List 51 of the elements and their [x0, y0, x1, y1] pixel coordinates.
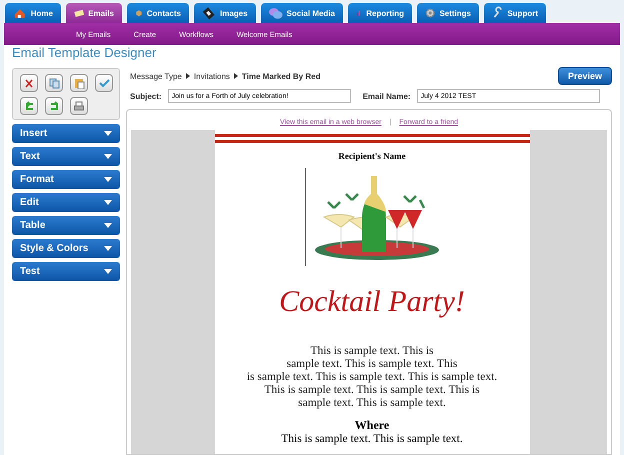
nav-tab[interactable]: Home: [5, 3, 61, 23]
house-icon: [13, 6, 27, 20]
nav-tab[interactable]: Emails: [66, 3, 122, 23]
paste-button[interactable]: [70, 74, 88, 92]
subject-label: Subject:: [130, 92, 162, 100]
menu-dropdown-button[interactable]: Format: [12, 170, 120, 189]
page-title: Email Template Designer: [12, 45, 158, 61]
nav-tab[interactable]: Contacts: [127, 3, 189, 23]
where-heading: Where: [354, 418, 390, 433]
menu-dropdown-button[interactable]: Insert: [12, 124, 120, 143]
menu-dropdown-button[interactable]: Table: [12, 216, 120, 235]
caret-icon: [104, 223, 112, 228]
menu-dropdown-button[interactable]: Test: [12, 262, 120, 281]
breadcrumb-arrow-icon: [234, 73, 238, 79]
where-text: This is sample text. This is sample text.: [281, 433, 463, 445]
undo-icon: [23, 100, 35, 112]
caret-icon: [104, 200, 112, 205]
preview-button[interactable]: Preview: [558, 67, 612, 85]
bubbles-icon: [269, 6, 283, 20]
nav-tab[interactable]: Social Media: [261, 3, 343, 23]
caret-icon: [104, 177, 112, 182]
breadcrumb-arrow-icon: [186, 73, 190, 79]
menu-dropdown-button[interactable]: Style & Colors: [12, 239, 120, 258]
printer-icon: [73, 100, 85, 112]
checkmark-icon: [98, 77, 110, 89]
sample-paragraph: This is sample text. This is sample text. This is sample text. This is sample text. This is sample text. This is sample text. This is sample text. This is sample text. This is sample text. This is sample text.: [246, 345, 498, 410]
caret-icon: [104, 154, 112, 159]
checkmark-button[interactable]: [95, 74, 113, 92]
caret-icon: [104, 246, 112, 251]
copy-icon: [48, 77, 60, 89]
nav-tab[interactable]: Settings: [417, 3, 479, 23]
menu-dropdown-button[interactable]: Edit: [12, 193, 120, 212]
paste-icon: [73, 77, 85, 89]
breadcrumb-item[interactable]: Invitations: [194, 72, 230, 80]
printer-button[interactable]: [70, 97, 88, 115]
nav-tab[interactable]: Images: [194, 3, 256, 23]
gear-icon: [425, 6, 436, 20]
caret-icon: [104, 269, 112, 274]
copy-button[interactable]: [45, 74, 63, 92]
redo-button[interactable]: [45, 97, 63, 115]
recipient-name: Recipient's Name: [338, 151, 406, 161]
redo-icon: [48, 100, 60, 112]
breadcrumb-item: Time Marked By Red: [242, 72, 320, 80]
menu-dropdown-button[interactable]: Text: [12, 147, 120, 166]
caret-icon: [104, 131, 112, 136]
email-name-label: Email Name:: [362, 92, 411, 100]
nav-tab[interactable]: Reporting: [348, 3, 412, 23]
breadcrumb-item[interactable]: Message Type: [130, 72, 182, 80]
undo-button[interactable]: [20, 97, 38, 115]
email-headline: Cocktail Party!: [279, 285, 465, 319]
nav-tab[interactable]: Support: [484, 3, 546, 23]
